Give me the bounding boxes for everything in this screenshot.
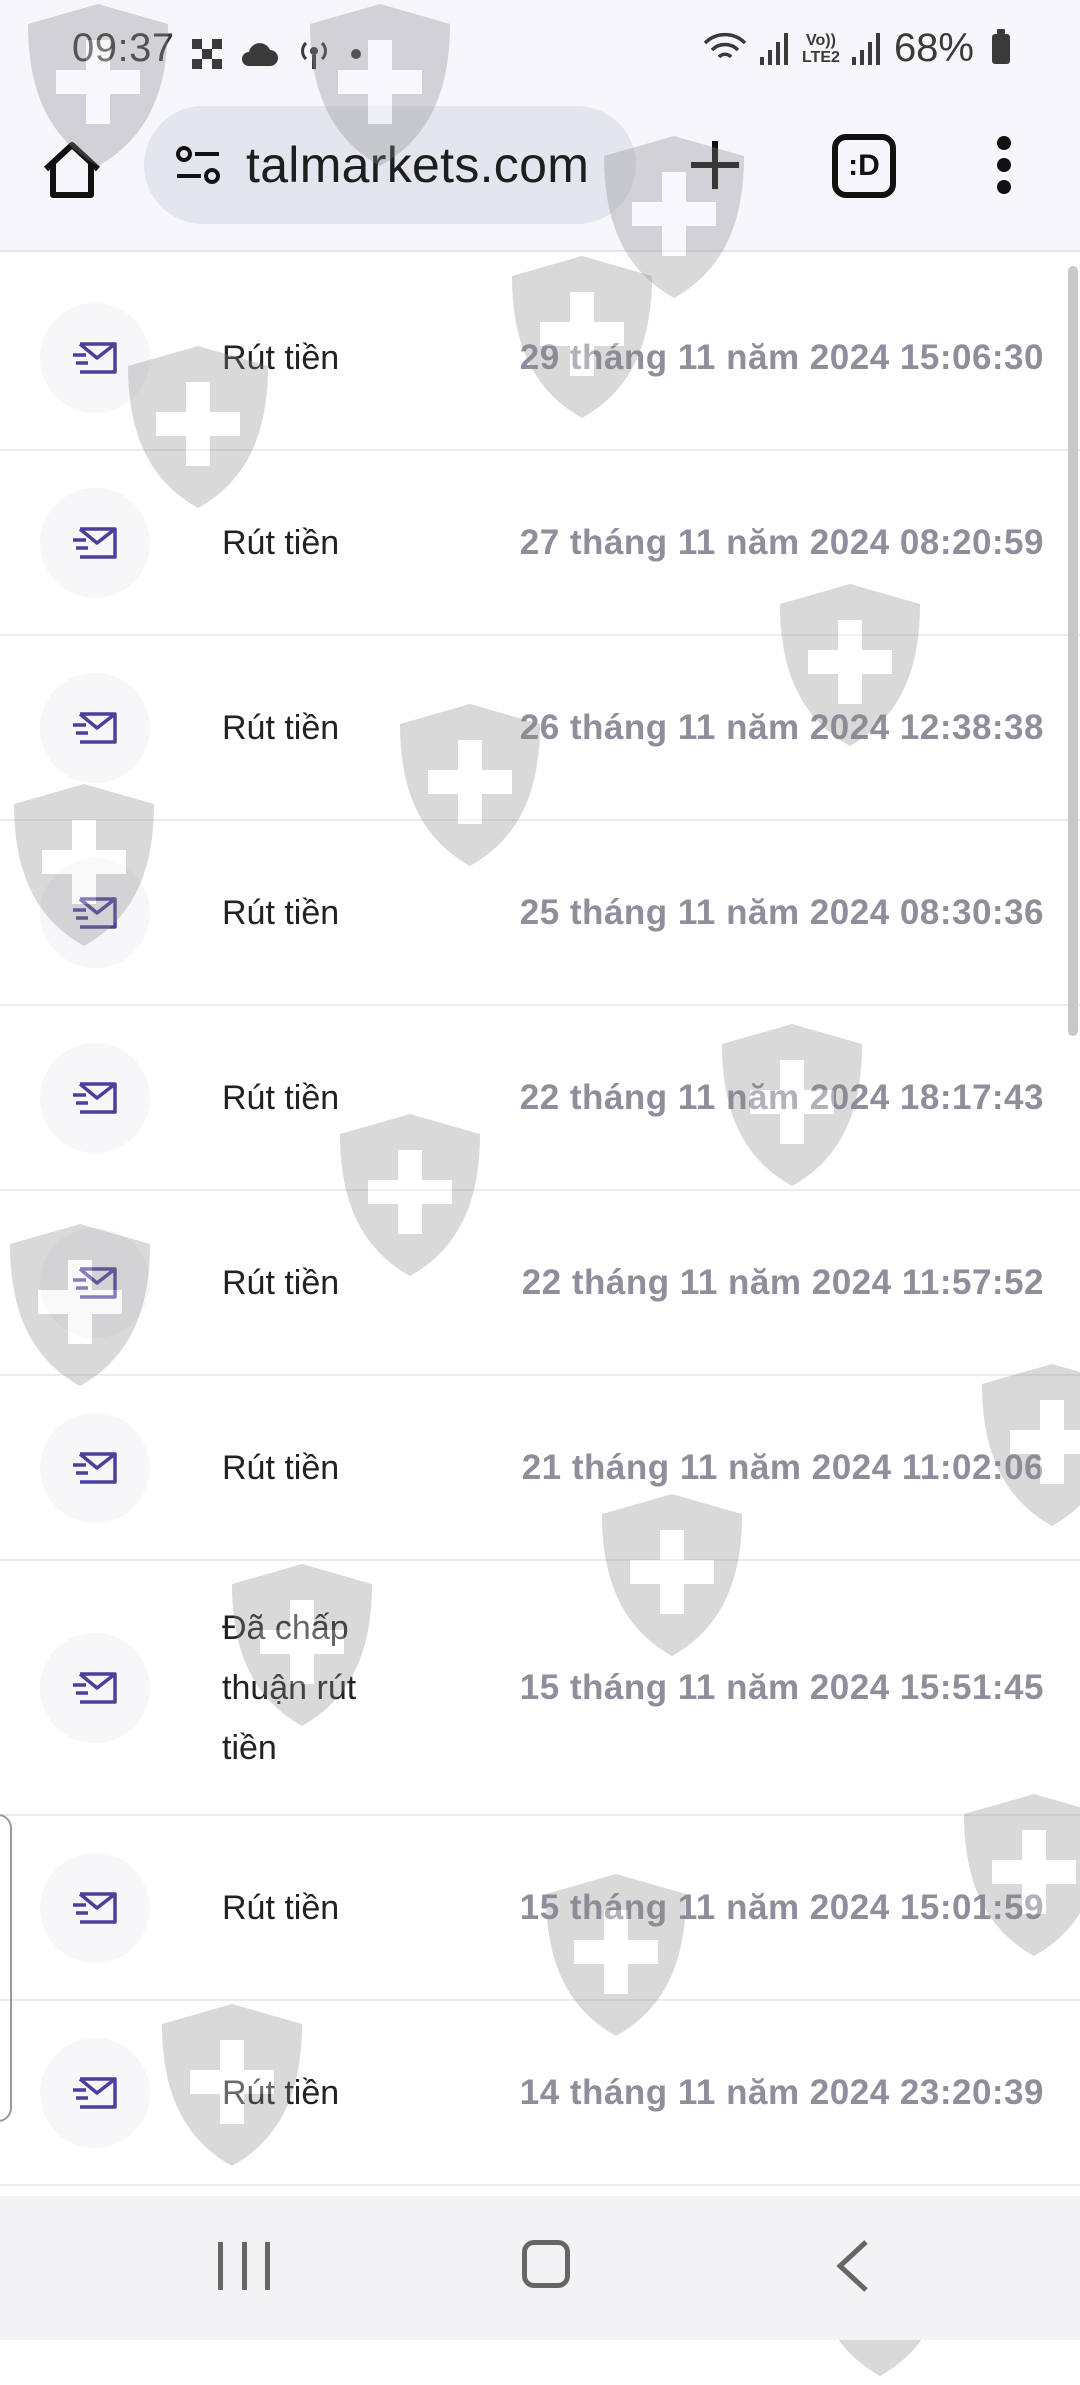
mail-icon-circle <box>40 672 150 783</box>
message-date: 15 tháng 11 năm 2024 15:01:59 <box>519 1887 1044 1927</box>
message-title: Rút tiền <box>222 893 340 932</box>
mail-icon-circle <box>40 1632 150 1743</box>
url-text[interactable]: talmarkets.com <box>246 136 589 194</box>
status-right-icons: Vo)) LTE2 68% <box>702 26 1010 71</box>
mail-icon-circle <box>40 1227 150 1338</box>
mail-icon <box>73 2076 117 2109</box>
recents-button[interactable] <box>218 2242 270 2290</box>
plus-icon <box>691 141 739 189</box>
message-date: 22 tháng 11 năm 2024 18:17:43 <box>519 1077 1044 1117</box>
edge-panel-handle[interactable] <box>0 1814 12 2122</box>
message-title: Rút tiền <box>222 1078 340 1117</box>
message-date: 27 tháng 11 năm 2024 08:20:59 <box>519 522 1044 562</box>
message-row[interactable]: Rút tiền 15 tháng 11 năm 2024 15:01:59 <box>0 1816 1080 2001</box>
message-row[interactable]: Rút tiền 21 tháng 11 năm 2024 11:02:06 <box>0 1376 1080 1561</box>
message-row[interactable]: Rút tiền 27 tháng 11 năm 2024 08:20:59 <box>0 451 1080 636</box>
lte-label: LTE2 <box>802 48 840 66</box>
site-settings-button[interactable] <box>170 137 226 193</box>
signal-icon <box>760 32 788 65</box>
home-button[interactable] <box>36 134 108 206</box>
status-left-icons <box>192 34 362 74</box>
message-date: 26 tháng 11 năm 2024 12:38:38 <box>519 707 1044 747</box>
battery-icon <box>992 28 1010 64</box>
message-title: Rút tiền <box>222 2073 340 2112</box>
message-title: Rút tiền <box>222 523 340 562</box>
message-list: Rút tiền 29 tháng 11 năm 2024 15:06:30 Rút… <box>0 266 1080 2196</box>
message-row[interactable]: Đã chấp thuận rút tiền 15 tháng 11 năm 20… <box>0 1561 1080 1816</box>
mail-icon-circle <box>40 2037 150 2148</box>
app-notification-icon <box>192 39 222 69</box>
dot-icon <box>351 49 361 59</box>
mail-icon-circle <box>40 1042 150 1153</box>
back-icon[interactable] <box>832 2238 872 2294</box>
status-time: 09:37 <box>72 26 175 70</box>
message-title: Rút tiền <box>222 1448 340 1487</box>
message-date: 25 tháng 11 năm 2024 08:30:36 <box>519 892 1044 932</box>
mail-icon <box>73 1891 117 1924</box>
tabs-icon: :D <box>848 149 880 182</box>
mail-icon <box>73 896 117 929</box>
mail-icon <box>73 526 117 559</box>
mail-icon <box>73 711 117 744</box>
message-date: 14 tháng 11 năm 2024 23:20:39 <box>519 2072 1044 2112</box>
message-row[interactable]: Rút tiền 14 tháng 11 năm 2024 23:20:39 <box>0 2001 1080 2186</box>
mail-icon-circle <box>40 1852 150 1963</box>
message-title: Rút tiền <box>222 1263 340 1302</box>
home-nav-button[interactable] <box>522 2240 570 2288</box>
message-row[interactable]: Rút tiền 25 tháng 11 năm 2024 08:30:36 <box>0 821 1080 1006</box>
message-title: Rút tiền <box>222 708 340 747</box>
battery-percent: 68% <box>893 26 974 70</box>
home-icon <box>43 142 101 198</box>
tabs-button[interactable]: :D <box>832 134 896 198</box>
browser-toolbar: talmarkets.com :D <box>0 100 1080 252</box>
hotspot-icon <box>301 41 327 69</box>
address-bar[interactable]: talmarkets.com <box>144 106 636 224</box>
mail-icon <box>73 1081 117 1114</box>
message-row[interactable]: Rút tiền 22 tháng 11 năm 2024 11:57:52 <box>0 1191 1080 1376</box>
more-vert-icon[interactable] <box>984 130 1024 200</box>
message-date: 21 tháng 11 năm 2024 11:02:06 <box>521 1447 1044 1487</box>
mail-icon-circle <box>40 1412 150 1523</box>
message-date: 22 tháng 11 năm 2024 11:57:52 <box>521 1262 1044 1302</box>
message-date: 15 tháng 11 năm 2024 15:51:45 <box>519 1667 1044 1707</box>
mail-icon <box>73 341 117 374</box>
signal-2-icon <box>851 32 880 65</box>
mail-icon <box>73 1266 117 1299</box>
volte-label: Vo)) <box>806 31 836 49</box>
mail-icon <box>73 1671 117 1704</box>
mail-icon-circle <box>40 487 150 598</box>
system-nav-bar <box>0 2196 1080 2340</box>
wifi-icon <box>703 32 747 58</box>
message-title: Rút tiền <box>222 1888 340 1927</box>
volte-badge: Vo)) LTE2 <box>802 32 840 66</box>
new-tab-button[interactable] <box>680 130 750 200</box>
status-bar: 09:37 Vo)) LTE2 68% <box>0 0 1080 100</box>
mail-icon-circle <box>40 302 150 413</box>
site-settings-icon <box>176 146 220 184</box>
scrollbar[interactable] <box>1068 266 1078 1036</box>
message-title: Đã chấp thuận rút tiền <box>222 1608 357 1767</box>
message-row[interactable]: Rút tiền 26 tháng 11 năm 2024 12:38:38 <box>0 636 1080 821</box>
mail-icon-circle <box>40 857 150 968</box>
message-title: Rút tiền <box>222 338 340 377</box>
message-date: 29 tháng 11 năm 2024 15:06:30 <box>519 337 1044 377</box>
message-row[interactable]: Rút tiền 22 tháng 11 năm 2024 18:17:43 <box>0 1006 1080 1191</box>
mail-icon <box>73 1451 117 1484</box>
message-row[interactable]: Rút tiền 29 tháng 11 năm 2024 15:06:30 <box>0 266 1080 451</box>
cloud-icon <box>242 43 278 66</box>
